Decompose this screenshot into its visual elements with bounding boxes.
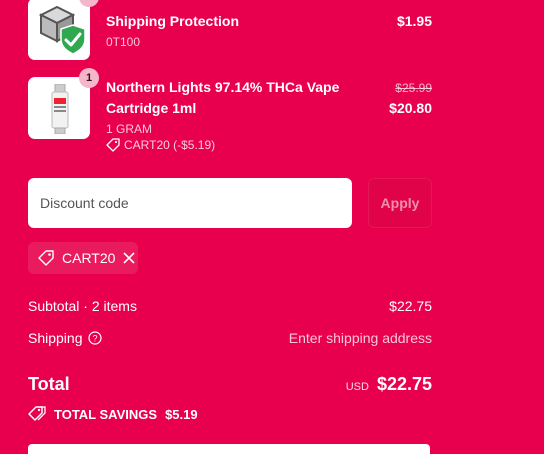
savings-tag-icon	[28, 406, 46, 422]
product-thumbnail: 1	[28, 0, 99, 60]
apply-button[interactable]: Apply	[368, 178, 432, 228]
help-icon[interactable]: ?	[88, 331, 102, 345]
line-item-vape-cartridge: 1 Northern Lights 97.14% THCa Vape Cartr…	[28, 68, 432, 156]
savings-label: TOTAL SAVINGS	[54, 406, 158, 422]
remove-code-icon[interactable]	[123, 252, 136, 264]
subtotal-label: Subtotal · 2 items	[28, 298, 137, 314]
total-label: Total	[28, 374, 70, 394]
bottom-panel-edge	[28, 444, 430, 454]
savings-value: $5.19	[165, 406, 198, 422]
item-name-line1: Northern Lights 97.14% THCa Vape	[106, 79, 340, 95]
discount-text: CART20 (-$5.19)	[124, 138, 216, 152]
tag-icon	[106, 138, 120, 152]
item-price: $20.80	[389, 100, 432, 116]
item-price: $1.95	[396, 13, 432, 29]
shipping-label: Shipping	[28, 330, 83, 346]
subtotal-row: Subtotal · 2 items $22.75	[28, 298, 432, 314]
applied-code-label: CART20	[62, 250, 116, 266]
currency-code: USD	[345, 381, 369, 393]
shipping-row: Shipping ? Enter shipping address	[28, 330, 432, 346]
tag-icon	[38, 250, 54, 266]
svg-text:?: ?	[92, 334, 97, 344]
item-variant: 0T100	[106, 35, 141, 49]
product-thumbnail: 1	[28, 68, 99, 139]
line-item-shipping-protection: 1 Shipping Protection 0T100 $1.95	[28, 0, 432, 62]
applied-discount-chip: CART20	[28, 242, 138, 274]
shield-package-icon	[35, 1, 87, 57]
item-name-line2: Cartridge 1ml	[106, 100, 197, 116]
item-original-price: $25.99	[395, 81, 432, 95]
total-value: $22.75	[376, 374, 432, 394]
item-variant: 1 GRAM	[106, 122, 153, 136]
shipping-value: Enter shipping address	[288, 330, 432, 346]
order-summary: 1 Shipping Protection 0T100 $1.95 1 Nort…	[28, 0, 432, 454]
discount-code-input[interactable]	[28, 178, 352, 228]
quantity-badge: 1	[79, 68, 99, 88]
item-discount: CART20 (-$5.19)	[106, 138, 215, 152]
subtotal-value: $22.75	[389, 298, 432, 314]
vape-cartridge-icon	[49, 84, 71, 134]
total-value-group: USD $22.75	[346, 374, 432, 395]
total-savings: TOTAL SAVINGS $5.19	[28, 406, 198, 422]
item-name: Shipping Protection	[106, 13, 239, 29]
